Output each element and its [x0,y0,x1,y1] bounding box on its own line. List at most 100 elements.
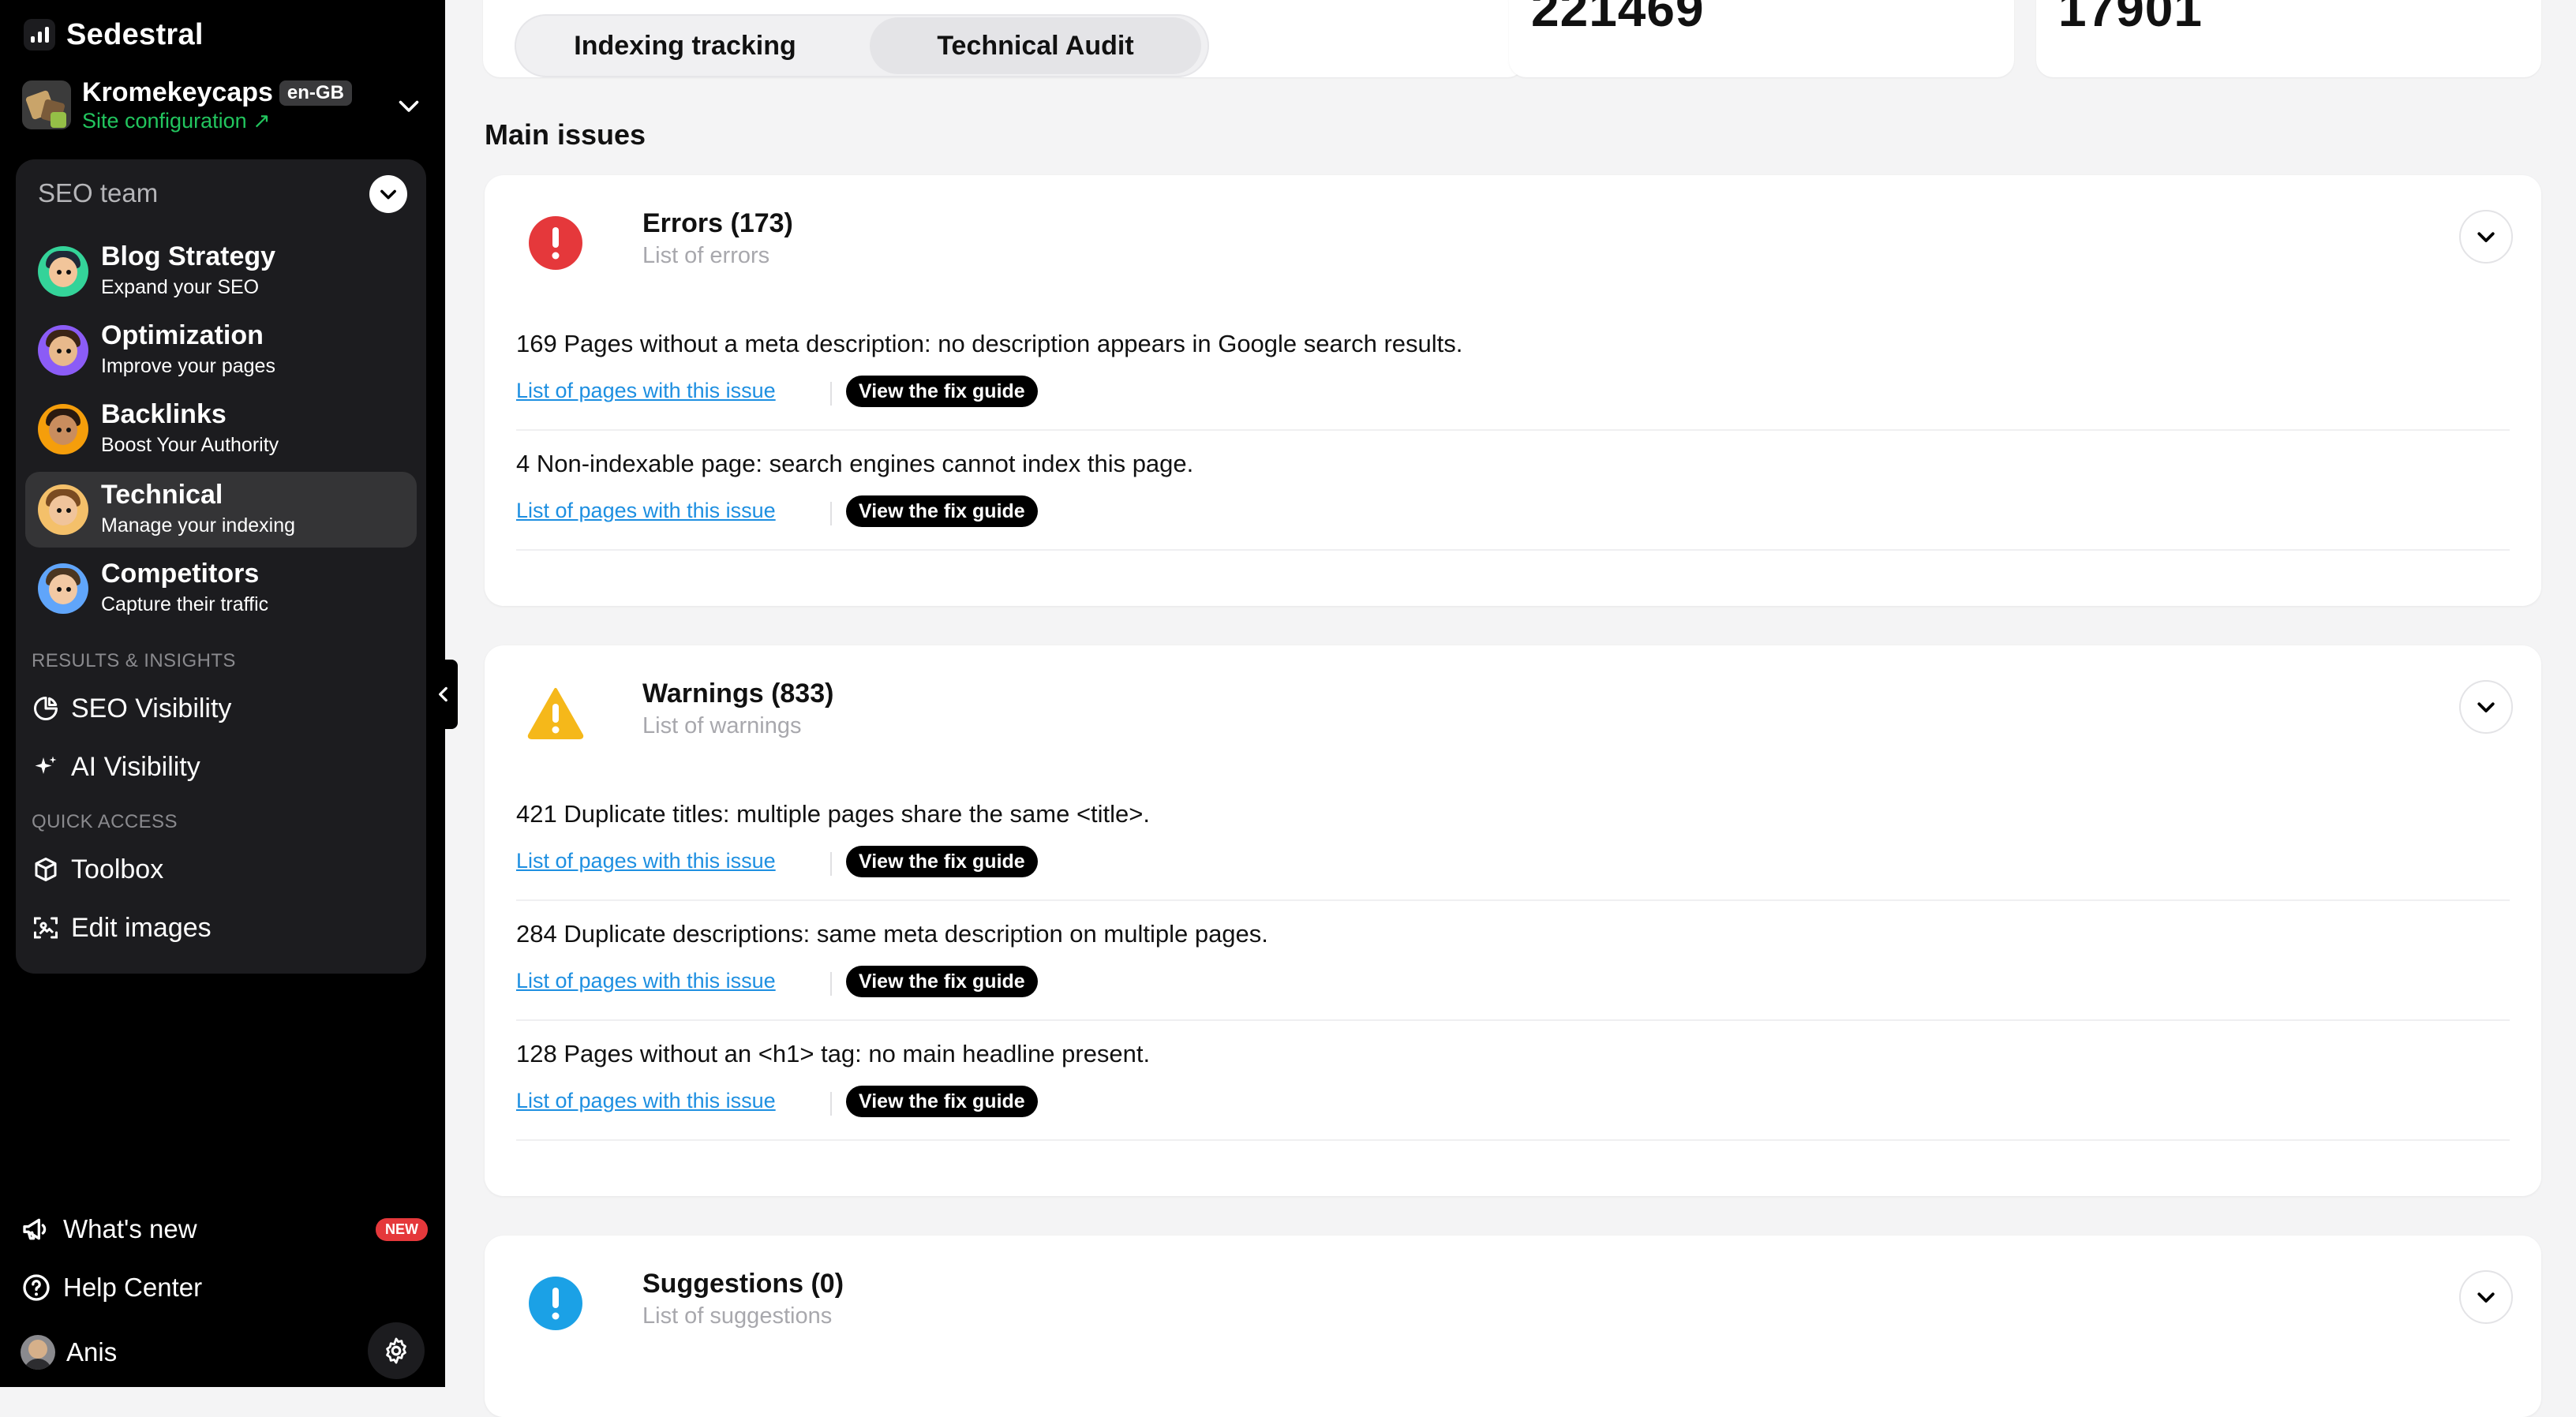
brand-name: Sedestral [66,17,204,51]
agent-backlinks[interactable]: Backlinks Boost Your Authority [25,391,417,467]
stat-card-tabs: Indexing tracking Technical Audit [483,0,1525,77]
expand-button[interactable] [2459,210,2513,264]
avatar [21,1335,55,1370]
nav-label: SEO Visibility [71,693,232,723]
shopify-icon [51,112,66,128]
site-selector[interactable]: Kromekeycaps en-GB Site configuration ↗ [22,76,423,140]
site-configuration-link[interactable]: Site configuration ↗ [82,109,271,133]
divider [830,1092,832,1116]
chevron-down-icon [2477,1292,2495,1303]
sidebar: Sedestral Kromekeycaps en-GB Site configu… [0,0,445,1387]
nav-label: Toolbox [71,854,164,884]
section-subtitle: List of warnings [642,713,802,738]
whats-new-link[interactable]: What's new [21,1209,197,1250]
agent-competitors[interactable]: Competitors Capture their traffic [25,551,417,626]
chevron-down-icon [2477,702,2495,712]
agent-avatar [38,325,88,376]
agent-title: Technical [101,480,223,510]
brand-logo-icon [24,19,55,50]
nav-edit-images[interactable]: Edit images [32,906,212,950]
team-toggle-button[interactable] [369,175,407,213]
user-profile[interactable]: Anis [21,1332,117,1373]
nav-label: AI Visibility [71,751,200,782]
agent-title: Backlinks [101,399,227,429]
section-title: Suggestions (0) [642,1269,844,1299]
agent-blog-strategy[interactable]: Blog Strategy Expand your SEO [25,234,417,309]
issue-row: 169 Pages without a meta description: no… [516,309,2510,431]
agent-subtitle: Capture their traffic [101,593,269,615]
page-title: Main issues [485,118,646,151]
error-alert-icon [529,216,582,270]
stat-card-2: 17901 [2036,0,2541,77]
agent-subtitle: Improve your pages [101,355,275,377]
issue-text: 284 Duplicate descriptions: same meta de… [516,920,1268,948]
issue-text: 4 Non-indexable page: search engines can… [516,450,1194,477]
site-name: Kromekeycaps en-GB [82,77,352,108]
fix-guide-button[interactable]: View the fix guide [846,495,1038,527]
settings-button[interactable] [368,1322,425,1379]
stat-value: 221469 [1531,0,1705,37]
site-lang-badge: en-GB [279,80,352,106]
help-center-link[interactable]: Help Center [21,1267,202,1308]
issue-row: 4 Non-indexable page: search engines can… [516,429,2510,551]
agent-title: Competitors [101,559,260,589]
agent-avatar [38,563,88,614]
main-content: Indexing tracking Technical Audit 221469… [445,0,2576,1417]
info-alert-icon [529,1277,582,1330]
divider [830,852,832,876]
agent-avatar [38,246,88,297]
agent-avatar [38,404,88,454]
tab-technical-audit[interactable]: Technical Audit [870,17,1201,74]
expand-button[interactable] [2459,680,2513,734]
agent-optimization[interactable]: Optimization Improve your pages [25,312,417,388]
fix-guide-button[interactable]: View the fix guide [846,376,1038,407]
sparkles-icon [35,756,57,774]
fix-guide-button[interactable]: View the fix guide [846,966,1038,997]
list-pages-link[interactable]: List of pages with this issue [516,849,776,873]
agent-title: Blog Strategy [101,241,276,271]
whats-new-label: What's new [63,1214,197,1243]
pie-chart-icon [34,697,58,720]
list-pages-link[interactable]: List of pages with this issue [516,1089,776,1113]
megaphone-icon [23,1218,47,1240]
nav-seo-visibility[interactable]: SEO Visibility [32,686,231,731]
stat-card-1: 221469 [1509,0,2014,77]
issue-text: 128 Pages without an <h1> tag: no main h… [516,1040,1151,1067]
list-pages-link[interactable]: List of pages with this issue [516,969,776,993]
section-title: Errors (173) [642,208,793,238]
warnings-card: Warnings (833) List of warnings 421 Dupl… [485,645,2541,1196]
gear-icon [386,1337,406,1364]
issue-row: 284 Duplicate descriptions: same meta de… [516,899,2510,1021]
fix-guide-button[interactable]: View the fix guide [846,846,1038,877]
nav-toolbox[interactable]: Toolbox [32,847,163,892]
brand[interactable]: Sedestral [24,14,204,55]
view-tabs: Indexing tracking Technical Audit [515,14,1209,77]
divider [830,502,832,525]
issue-row: 421 Duplicate titles: multiple pages sha… [516,780,2510,901]
new-badge: NEW [376,1218,428,1241]
agent-title: Optimization [101,320,264,350]
tab-indexing-tracking[interactable]: Indexing tracking [519,17,851,74]
stat-value: 17901 [2058,0,2203,37]
agent-technical[interactable]: Technical Manage your indexing [25,472,417,548]
agent-subtitle: Expand your SEO [101,276,260,298]
agent-subtitle: Manage your indexing [101,514,295,537]
user-name: Anis [66,1337,118,1367]
results-insights-label: RESULTS & INSIGHTS [32,650,236,671]
list-pages-link[interactable]: List of pages with this issue [516,379,776,403]
warning-triangle-icon [527,688,584,739]
list-pages-link[interactable]: List of pages with this issue [516,499,776,523]
fix-guide-button[interactable]: View the fix guide [846,1086,1038,1117]
help-circle-icon [23,1274,50,1301]
suggestions-card: Suggestions (0) List of suggestions [485,1236,2541,1417]
nav-ai-visibility[interactable]: AI Visibility [32,745,200,789]
issue-text: 421 Duplicate titles: multiple pages sha… [516,800,1151,828]
agent-avatar [38,484,88,535]
chevron-down-icon[interactable] [395,92,423,120]
section-subtitle: List of suggestions [642,1303,833,1329]
team-header: SEO team [38,178,159,208]
divider [830,382,832,406]
expand-button[interactable] [2459,1270,2513,1324]
issue-row: 128 Pages without an <h1> tag: no main h… [516,1019,2510,1141]
agent-subtitle: Boost Your Authority [101,434,279,456]
